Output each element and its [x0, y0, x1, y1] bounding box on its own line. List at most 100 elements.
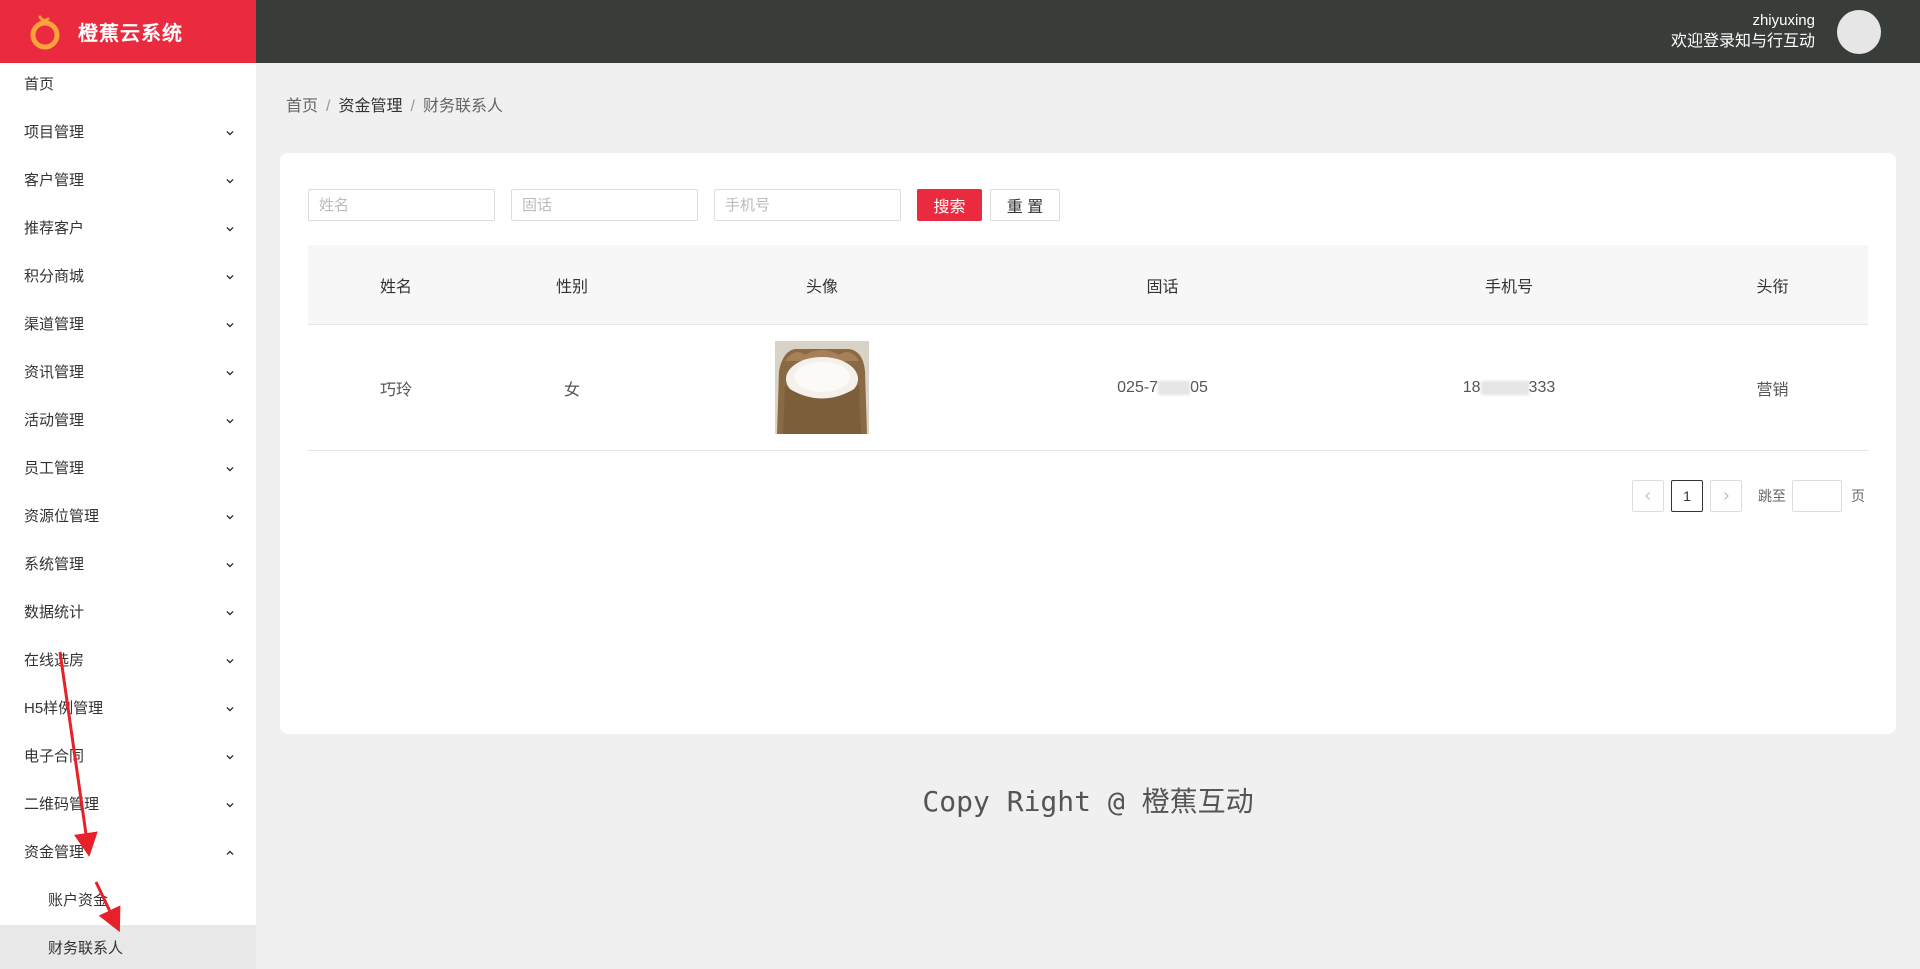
- chevron-down-icon: [226, 227, 234, 232]
- column-header-title: 头衔: [1756, 278, 1789, 296]
- page-number-button[interactable]: 1: [1671, 480, 1703, 512]
- chevron-left-icon: [1645, 492, 1650, 500]
- chevron-down-icon: [226, 179, 234, 184]
- sidebar-item[interactable]: 活动管理: [0, 397, 256, 445]
- column-header-avatar: 头像: [805, 278, 838, 296]
- sidebar-item-chevron: [224, 685, 236, 733]
- chevron-down-icon: [226, 755, 234, 760]
- column-header-gender: 性别: [555, 278, 588, 296]
- footer-copyright: Copy Right @ 橙蕉互动: [922, 785, 1254, 818]
- reset-button[interactable]: 重 置: [990, 189, 1060, 221]
- sidebar-item-label: 系统管理: [24, 556, 85, 573]
- cell-avatar: [660, 325, 984, 450]
- submenu-item[interactable]: 财务联系人: [0, 925, 256, 969]
- breadcrumb-home[interactable]: 首页: [286, 98, 318, 115]
- sidebar-item[interactable]: 项目管理: [0, 109, 256, 157]
- sidebar-item[interactable]: 资金管理: [0, 829, 256, 877]
- user-welcome: 欢迎登录知与行互动: [1670, 33, 1815, 50]
- phone-search-input[interactable]: [511, 189, 698, 221]
- avatar[interactable]: [1837, 10, 1881, 54]
- chevron-down-icon: [226, 611, 234, 616]
- sidebar-item-chevron: [224, 493, 236, 541]
- sidebar-item-label: 客户管理: [24, 172, 85, 189]
- sidebar-item-chevron: [224, 541, 236, 589]
- chevron-down-icon: [226, 323, 234, 328]
- sidebar-item-chevron: [224, 589, 236, 637]
- rice-sack-image[interactable]: [775, 341, 869, 434]
- sidebar-item-chevron: [224, 157, 236, 205]
- sidebar-item[interactable]: 推荐客户: [0, 205, 256, 253]
- sidebar-item-label: 资源位管理: [24, 508, 100, 525]
- sidebar-item-label: 项目管理: [24, 124, 85, 141]
- sidebar-item-label: 积分商城: [24, 268, 85, 285]
- chevron-down-icon: [226, 131, 234, 136]
- chevron-down-icon: [226, 275, 234, 280]
- column-header-name: 姓名: [379, 278, 412, 296]
- sidebar-item-home[interactable]: 首页: [0, 61, 256, 109]
- breadcrumb-current: 财务联系人: [422, 98, 503, 115]
- sidebar-item-label: 首页: [24, 76, 55, 93]
- chevron-down-icon: [226, 563, 234, 568]
- sidebar-item-chevron: [224, 253, 236, 301]
- table-row[interactable]: 巧玲 女 025-7 05 18 333 营销: [308, 325, 1868, 451]
- sidebar-item-chevron: [224, 637, 236, 685]
- breadcrumb-funds[interactable]: 资金管理: [338, 98, 402, 115]
- chevron-down-icon: [226, 419, 234, 424]
- name-search-input[interactable]: [308, 189, 495, 221]
- breadcrumb: 首页 / 资金管理 / 财务联系人: [286, 92, 503, 116]
- prev-page-button[interactable]: [1632, 480, 1664, 512]
- chevron-down-icon: [226, 371, 234, 376]
- user-name: zhiyuxing: [1752, 12, 1815, 29]
- sidebar-item[interactable]: 数据统计: [0, 589, 256, 637]
- jump-page-input[interactable]: [1792, 480, 1842, 512]
- sidebar-item[interactable]: 员工管理: [0, 445, 256, 493]
- submenu-item[interactable]: 账户资金: [0, 877, 256, 925]
- sidebar-item-chevron: [224, 829, 236, 877]
- table-header: 姓名 性别 头像 固话 手机号 头衔: [308, 245, 1868, 325]
- phone-suffix: 05: [1190, 378, 1208, 396]
- jump-label: 跳至: [1758, 488, 1786, 504]
- sidebar-item[interactable]: 电子合同: [0, 733, 256, 781]
- column-header-phone: 固话: [1146, 278, 1179, 296]
- mobile-suffix: 333: [1528, 378, 1556, 396]
- sidebar-item-label: 资讯管理: [24, 364, 85, 381]
- brand[interactable]: 橙蕉云系统: [0, 0, 256, 63]
- sidebar-item[interactable]: 积分商城: [0, 253, 256, 301]
- sidebar-item-label: H5样例管理: [24, 700, 104, 717]
- sidebar-item-chevron: [224, 301, 236, 349]
- sidebar-item-label: 员工管理: [24, 460, 85, 477]
- chevron-down-icon: [226, 515, 234, 520]
- contacts-table: 姓名 性别 头像 固话 手机号 头衔 巧玲 女 025-7 05 18 333 …: [308, 245, 1868, 451]
- user-info: zhiyuxing 欢迎登录知与行互动: [1671, 11, 1815, 53]
- sidebar-item[interactable]: 在线选房: [0, 637, 256, 685]
- sidebar-item-label: 二维码管理: [24, 796, 100, 813]
- search-button[interactable]: 搜索: [917, 189, 982, 221]
- mobile-search-input[interactable]: [714, 189, 901, 221]
- brand-logo-icon: [30, 15, 60, 49]
- breadcrumb-separator: /: [326, 98, 331, 115]
- sidebar-item[interactable]: 资讯管理: [0, 349, 256, 397]
- cell-title: 营销: [1756, 381, 1789, 399]
- sidebar-item-label: 电子合同: [24, 748, 85, 765]
- breadcrumb-separator: /: [410, 98, 415, 115]
- next-page-button[interactable]: [1710, 480, 1742, 512]
- sidebar-item-chevron: [224, 445, 236, 493]
- sidebar-item[interactable]: 渠道管理: [0, 301, 256, 349]
- chevron-down-icon: [226, 659, 234, 664]
- sidebar-item-chevron: [224, 349, 236, 397]
- search-bar: 搜索 重 置: [308, 189, 1060, 221]
- sidebar-item[interactable]: 客户管理: [0, 157, 256, 205]
- sidebar-item-label: 活动管理: [24, 412, 85, 429]
- sidebar-item[interactable]: H5样例管理: [0, 685, 256, 733]
- chevron-down-icon: [226, 803, 234, 808]
- sidebar-item[interactable]: 二维码管理: [0, 781, 256, 829]
- pagination: 1 跳至 页: [1632, 480, 1865, 512]
- mobile-prefix: 18: [1462, 378, 1481, 396]
- chevron-down-icon: [226, 707, 234, 712]
- sidebar-item[interactable]: 资源位管理: [0, 493, 256, 541]
- sidebar-item[interactable]: 系统管理: [0, 541, 256, 589]
- sidebar-item-chevron: [224, 205, 236, 253]
- sidebar-item-chevron: [224, 781, 236, 829]
- redacted-block: [1480, 380, 1529, 395]
- chevron-up-icon: [226, 850, 234, 855]
